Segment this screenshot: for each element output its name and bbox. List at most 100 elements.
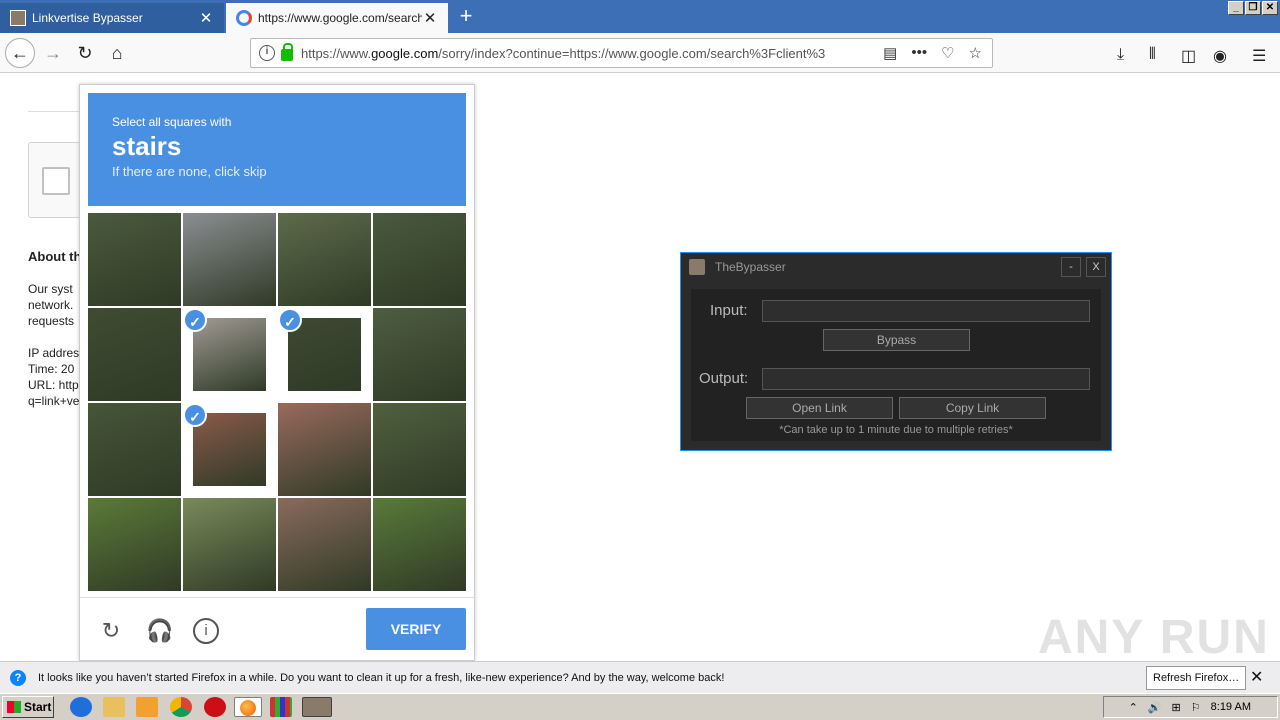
opera-icon[interactable] — [204, 697, 226, 717]
audio-challenge-icon[interactable]: 🎧 — [146, 618, 173, 644]
captcha-tile[interactable] — [88, 213, 181, 306]
ie-icon[interactable] — [70, 697, 92, 717]
clock: 8:19 AM — [1210, 701, 1251, 713]
bypasser-close-button[interactable]: X — [1086, 257, 1106, 277]
media-player-icon[interactable] — [136, 697, 158, 717]
captcha-tile-image — [183, 213, 276, 306]
reload-button[interactable]: ↻ — [70, 38, 100, 68]
captcha-header: Select all squares with stairs If there … — [88, 93, 466, 206]
sidebar-icon[interactable]: ◫ — [1181, 46, 1196, 66]
tab-google-search[interactable]: https://www.google.com/search?c ✕ — [226, 3, 448, 33]
tab-close-icon[interactable]: ✕ — [198, 9, 214, 27]
url-bar[interactable]: i https://www.google.com/sorry/index?con… — [250, 38, 993, 68]
captcha-tile[interactable] — [183, 498, 276, 591]
copy-link-button[interactable]: Copy Link — [899, 397, 1046, 419]
captcha-tile[interactable]: ✓ — [183, 308, 276, 401]
captcha-tile[interactable] — [278, 403, 371, 496]
volume-icon[interactable]: 🔊 — [1148, 701, 1162, 714]
windows-logo-icon — [7, 701, 21, 713]
bypasser-panel: Input: Bypass Output: Open Link Copy Lin… — [691, 289, 1101, 441]
captcha-tile[interactable] — [373, 213, 466, 306]
window-controls: _ ❐ ✕ — [1228, 1, 1278, 15]
captcha-object: stairs — [112, 131, 182, 161]
selected-check-icon: ✓ — [183, 403, 207, 427]
help-info-icon[interactable]: i — [193, 618, 219, 644]
captcha-tile-image — [373, 403, 466, 496]
retry-note: *Can take up to 1 minute due to multiple… — [779, 424, 1013, 436]
page-actions-icon[interactable]: ••• — [911, 44, 927, 62]
captcha-tile[interactable] — [88, 403, 181, 496]
captcha-tile[interactable] — [373, 498, 466, 591]
captcha-image-grid: ✓ ✓ ✓ — [88, 213, 466, 591]
captcha-tile[interactable] — [88, 308, 181, 401]
captcha-tile[interactable]: ✓ — [278, 308, 371, 401]
start-label: Start — [24, 700, 52, 714]
start-button[interactable]: Start — [2, 696, 54, 718]
url-text[interactable]: https://www.google.com/sorry/index?conti… — [301, 46, 883, 61]
captcha-instruction: Select all squares with — [112, 115, 232, 129]
selected-check-icon: ✓ — [278, 308, 302, 332]
captcha-tile[interactable]: ✓ — [183, 403, 276, 496]
input-field[interactable] — [762, 300, 1090, 322]
back-arrow-icon: ← — [11, 42, 29, 63]
captcha-tile-image — [193, 413, 266, 486]
site-info-icon[interactable]: i — [259, 45, 275, 61]
system-tray: ⌃ 🔊 ⊞ ⚐ 8:19 AM — [1103, 696, 1278, 718]
captcha-tile[interactable] — [278, 213, 371, 306]
back-button[interactable]: ← — [5, 38, 35, 68]
refresh-firefox-button[interactable]: Refresh Firefox… — [1146, 666, 1247, 690]
winrar-icon[interactable] — [270, 697, 292, 717]
notification-close-button[interactable]: ✕ — [1250, 667, 1263, 687]
action-center-flag-icon[interactable]: ⚐ — [1191, 701, 1201, 714]
tab-title: Linkvertise Bypasser — [32, 11, 143, 25]
tab-linkvertise-bypasser[interactable]: Linkvertise Bypasser ✕ — [0, 3, 224, 33]
bypass-button[interactable]: Bypass — [823, 329, 970, 351]
captcha-tile[interactable] — [373, 308, 466, 401]
reload-challenge-icon[interactable]: ↻ — [98, 618, 124, 644]
notification-message: It looks like you haven’t started Firefo… — [38, 671, 725, 684]
reader-view-icon[interactable]: ▤ — [883, 44, 897, 62]
output-field[interactable] — [762, 368, 1090, 390]
bypasser-titlebar: TheBypasser — [689, 259, 786, 275]
selected-check-icon: ✓ — [183, 308, 207, 332]
forward-arrow-icon: → — [44, 42, 62, 63]
forward-button[interactable]: → — [38, 38, 68, 68]
home-button[interactable]: ⌂ — [102, 38, 132, 68]
captcha-tile[interactable] — [278, 498, 371, 591]
account-icon[interactable]: ◉ — [1213, 46, 1227, 66]
tray-expand-icon[interactable]: ⌃ — [1129, 701, 1138, 714]
captcha-tile-image — [373, 498, 466, 591]
url-path: /sorry/index?continue=https://www.google… — [438, 45, 826, 61]
captcha-tile-image — [193, 318, 266, 391]
open-link-button[interactable]: Open Link — [746, 397, 893, 419]
question-icon: ? — [10, 669, 26, 686]
tab-close-icon[interactable]: ✕ — [422, 9, 438, 27]
captcha-tile-image — [88, 498, 181, 591]
menu-icon[interactable]: ☰ — [1252, 46, 1266, 66]
input-label: Input: — [710, 302, 748, 319]
network-icon[interactable]: ⊞ — [1172, 701, 1181, 714]
firefox-taskbar-button[interactable] — [234, 697, 262, 717]
close-window-button[interactable]: ✕ — [1262, 1, 1278, 15]
minimize-window-button[interactable]: _ — [1228, 1, 1244, 15]
bypasser-title: TheBypasser — [715, 260, 786, 274]
bookmark-star-icon[interactable]: ☆ — [969, 44, 982, 62]
restore-window-button[interactable]: ❐ — [1245, 1, 1261, 15]
anyrun-watermark: ANY RUN — [1038, 611, 1270, 664]
recaptcha-checkbox[interactable] — [42, 167, 70, 195]
library-icon[interactable]: ⫴ — [1149, 46, 1156, 64]
captcha-footer: ↻ 🎧 i VERIFY — [80, 597, 476, 662]
url-prefix: https://www. — [301, 45, 372, 61]
captcha-tile[interactable] — [183, 213, 276, 306]
chrome-icon[interactable] — [170, 697, 192, 717]
explorer-icon[interactable] — [103, 697, 125, 717]
bypasser-taskbar-button[interactable] — [302, 697, 332, 717]
downloads-icon[interactable]: ⤓ — [1117, 46, 1124, 64]
captcha-tile[interactable] — [373, 403, 466, 496]
captcha-tile[interactable] — [88, 498, 181, 591]
captcha-tile-image — [278, 213, 371, 306]
new-tab-button[interactable]: + — [452, 5, 480, 29]
pocket-icon[interactable]: ♡ — [941, 44, 954, 62]
verify-button[interactable]: VERIFY — [366, 608, 466, 650]
bypasser-minimize-button[interactable]: - — [1061, 257, 1081, 277]
